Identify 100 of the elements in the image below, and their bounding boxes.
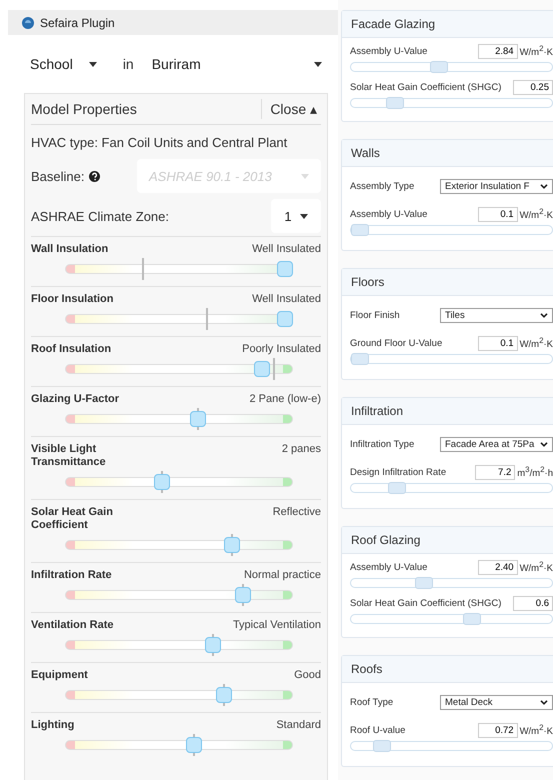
logo-icon bbox=[22, 16, 34, 28]
field-label: Design Infiltration Rate bbox=[350, 467, 446, 478]
slider-value: Reflective bbox=[272, 506, 321, 518]
slider-label: Lighting bbox=[31, 719, 76, 732]
field-label: Floor Finish bbox=[350, 310, 400, 320]
number-input[interactable]: 0.25 bbox=[513, 80, 553, 95]
number-input[interactable]: 0.1 bbox=[478, 336, 518, 351]
slider-thumb[interactable] bbox=[351, 224, 369, 236]
field-label: Assembly U-Value bbox=[350, 562, 428, 573]
caret-icon bbox=[314, 62, 322, 66]
slider-thumb[interactable] bbox=[186, 737, 202, 753]
section-title: Facade Glazing bbox=[351, 17, 436, 31]
slider-thumb[interactable] bbox=[277, 261, 293, 277]
field-label: Roof U-value bbox=[350, 725, 406, 736]
caret-icon bbox=[300, 214, 308, 218]
field-label: Assembly U-Value bbox=[350, 46, 428, 57]
slider-track[interactable] bbox=[350, 225, 553, 235]
slider-label: Equipment bbox=[31, 669, 89, 682]
building-type-dropdown[interactable]: School bbox=[30, 56, 97, 72]
slider-thumb[interactable] bbox=[154, 474, 170, 490]
slider-value: 2 panes bbox=[282, 443, 321, 455]
number-input[interactable]: 7.2 bbox=[475, 465, 516, 480]
caret-icon bbox=[88, 62, 97, 66]
slider-track[interactable] bbox=[350, 62, 553, 72]
location-dropdown[interactable]: Buriram bbox=[152, 56, 322, 72]
field-label: Infiltration Type bbox=[350, 438, 414, 450]
slider-thumb[interactable] bbox=[462, 613, 481, 625]
chevron-down-icon bbox=[540, 312, 548, 318]
slider-value: Good bbox=[294, 669, 321, 681]
select-field[interactable]: Exterior Insulation F bbox=[440, 178, 553, 194]
number-input[interactable]: 2.40 bbox=[478, 560, 518, 575]
field-label: Solar Heat Gain Coefficient (SHGC) bbox=[350, 598, 502, 609]
slider-thumb[interactable] bbox=[415, 577, 434, 589]
slider-track[interactable] bbox=[350, 354, 553, 364]
slider-track[interactable] bbox=[350, 741, 553, 751]
slider-thumb[interactable] bbox=[204, 637, 221, 653]
unit-text: W/m$^{2}$·K bbox=[520, 44, 553, 59]
slider-value: Standard bbox=[276, 719, 321, 731]
slider-thumb[interactable] bbox=[224, 537, 240, 553]
select-field[interactable]: Facade Area at 75Pa bbox=[440, 436, 553, 452]
slider-track[interactable] bbox=[350, 483, 553, 493]
slider-thumb[interactable] bbox=[216, 687, 232, 703]
select-field[interactable]: Metal Deck bbox=[440, 694, 553, 710]
climate-zone-dropdown[interactable]: 1 bbox=[271, 199, 321, 233]
climate-zone-label: ASHRAE Climate Zone: bbox=[31, 208, 169, 224]
slider-thumb[interactable] bbox=[190, 411, 206, 427]
slider-track[interactable] bbox=[350, 614, 553, 624]
window-title: Sefaira Plugin bbox=[40, 16, 115, 30]
slider-thumb[interactable] bbox=[388, 482, 406, 494]
unit-text: m$^{3}$/m$^{2}$·h bbox=[517, 465, 553, 480]
section-title: Roof Glazing bbox=[351, 533, 420, 547]
connector-text: in bbox=[122, 56, 134, 72]
slider-label: Ventilation Rate bbox=[31, 619, 115, 632]
slider-value: Normal practice bbox=[244, 569, 321, 581]
field-label: Roof Type bbox=[350, 696, 394, 708]
section-title: Roofs bbox=[351, 662, 382, 676]
section-title: Infiltration bbox=[351, 404, 404, 418]
chevron-down-icon bbox=[540, 442, 548, 446]
number-input[interactable]: 2.84 bbox=[478, 44, 518, 59]
slider-label: Wall Insulation bbox=[31, 243, 110, 256]
field-label: Ground Floor U-Value bbox=[350, 338, 442, 349]
slider-track[interactable] bbox=[350, 578, 553, 588]
slider-value: Poorly Insulated bbox=[242, 343, 321, 355]
field-label: Assembly U-Value bbox=[350, 209, 428, 220]
slider-label: Solar Heat Gain Coefficient bbox=[31, 506, 114, 532]
number-input[interactable]: 0.1 bbox=[478, 207, 518, 222]
slider-value: Typical Ventilation bbox=[232, 619, 321, 631]
slider-label: Infiltration Rate bbox=[31, 569, 113, 582]
baseline-label: Baseline: bbox=[31, 168, 84, 184]
unit-text: W/m$^{2}$·K bbox=[520, 560, 553, 575]
select-field[interactable]: Tiles bbox=[440, 308, 553, 322]
unit-text: W/m$^{2}$·K bbox=[520, 207, 553, 222]
close-button[interactable]: Close ▴ bbox=[261, 99, 321, 119]
slider-thumb[interactable] bbox=[234, 587, 251, 603]
slider-thumb[interactable] bbox=[277, 311, 293, 327]
chevron-down-icon bbox=[540, 184, 548, 188]
field-label: Solar Heat Gain Coefficient (SHGC) bbox=[350, 82, 502, 93]
help-icon[interactable] bbox=[89, 170, 100, 182]
slider-thumb[interactable] bbox=[351, 353, 369, 365]
chevron-down-icon bbox=[540, 700, 548, 704]
field-label: Assembly Type bbox=[350, 180, 414, 192]
slider-track[interactable] bbox=[350, 98, 553, 108]
caret-icon bbox=[301, 174, 309, 178]
number-input[interactable]: 0.72 bbox=[478, 723, 518, 738]
slider-thumb[interactable] bbox=[386, 97, 404, 109]
slider-value: 2 Pane (low-e) bbox=[249, 393, 321, 405]
panel-title: Model Properties bbox=[31, 101, 137, 117]
section-title: Floors bbox=[351, 275, 384, 289]
hvac-type-text: HVAC type: Fan Coil Units and Central Plant bbox=[31, 134, 288, 152]
section-title: Walls bbox=[351, 146, 380, 160]
slider-label: Roof Insulation bbox=[31, 343, 112, 356]
slider-thumb[interactable] bbox=[372, 740, 391, 752]
slider-label: Visible Light Transmittance bbox=[31, 443, 107, 469]
slider-thumb[interactable] bbox=[430, 61, 448, 73]
slider-value: Well Insulated bbox=[252, 243, 321, 255]
unit-text: W/m$^{2}$·K bbox=[520, 336, 553, 351]
unit-text: W/m$^{2}$·K bbox=[520, 723, 553, 738]
number-input[interactable]: 0.6 bbox=[513, 596, 553, 611]
slider-value: Well Insulated bbox=[252, 293, 321, 305]
slider-thumb[interactable] bbox=[254, 361, 270, 377]
